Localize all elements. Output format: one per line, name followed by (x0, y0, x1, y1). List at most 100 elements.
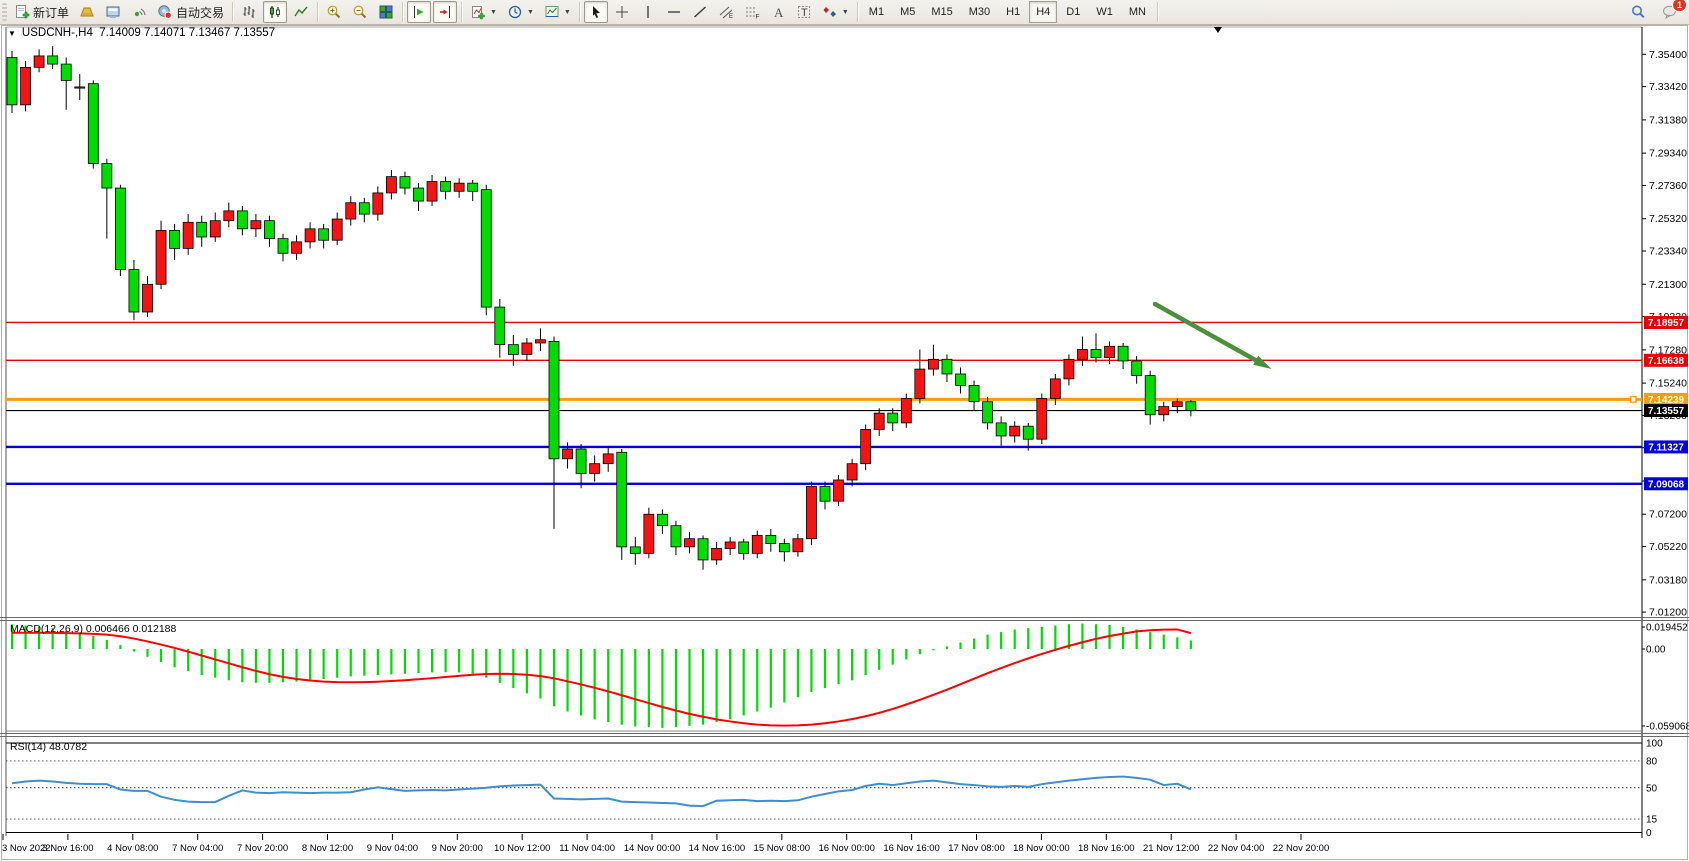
toolbar-separator (402, 2, 403, 22)
tf-d1-label: D1 (1066, 6, 1080, 18)
svg-text:7.05220: 7.05220 (1649, 541, 1687, 553)
svg-text:9 Nov 04:00: 9 Nov 04:00 (367, 843, 418, 854)
svg-text:22 Nov 04:00: 22 Nov 04:00 (1208, 843, 1265, 854)
toolbar-separator (579, 2, 580, 22)
zoom-out-button[interactable] (348, 1, 372, 23)
vertical-line-button[interactable] (636, 1, 660, 23)
auto-scroll-button[interactable] (407, 1, 431, 23)
tf-m30[interactable]: M30 (962, 1, 997, 23)
zoom-in-button[interactable] (322, 1, 346, 23)
tf-m5[interactable]: M5 (893, 1, 922, 23)
svg-text:-0.059068: -0.059068 (1646, 721, 1689, 732)
toolbar-separator (857, 2, 858, 22)
tile-windows-button[interactable] (374, 1, 398, 23)
periods-button[interactable]: ▼ (503, 1, 538, 23)
dropdown-caret-icon[interactable]: ▼ (490, 9, 497, 16)
tf-d1[interactable]: D1 (1059, 1, 1087, 23)
toolbar-group-insert: ▼ ▼ ▼ (465, 0, 576, 24)
search-button[interactable] (1626, 1, 1650, 23)
zoom-out-icon (352, 4, 368, 20)
chart-shift-button[interactable] (433, 1, 457, 23)
arrows-button[interactable]: ▼ (818, 1, 853, 23)
label-icon: T (796, 4, 812, 20)
line-chart-button[interactable] (289, 1, 313, 23)
cursor-icon (588, 4, 604, 20)
tf-m30-label: M30 (969, 6, 990, 18)
toolbar: 新订单 自动交易 ▼ ▼ ▼ E FAT ▼ M1 M5 M15 M30 H1 H4 D1 W1 MN 1 (0, 0, 1689, 25)
tf-m15-label: M15 (931, 6, 952, 18)
bar-chart-button[interactable] (237, 1, 261, 23)
dropdown-caret-icon[interactable]: ▼ (842, 9, 849, 16)
svg-text:22 Nov 20:00: 22 Nov 20:00 (1273, 843, 1330, 854)
notifications-button[interactable]: 1 (1658, 1, 1682, 23)
fibonacci-button[interactable]: F (740, 1, 764, 23)
data-window-button[interactable] (101, 1, 125, 23)
hline-handle[interactable] (1631, 397, 1637, 403)
tf-w1[interactable]: W1 (1089, 1, 1120, 23)
svg-text:9 Nov 20:00: 9 Nov 20:00 (432, 843, 483, 854)
channel-button[interactable]: E (714, 1, 738, 23)
market-watch-icon (79, 4, 95, 20)
svg-text:3 Nov 16:00: 3 Nov 16:00 (42, 843, 93, 854)
bar-chart-icon (241, 4, 257, 20)
svg-text:10 Nov 12:00: 10 Nov 12:00 (494, 843, 551, 854)
tf-h1[interactable]: H1 (999, 1, 1027, 23)
svg-text:16 Nov 16:00: 16 Nov 16:00 (883, 843, 940, 854)
tf-mn[interactable]: MN (1122, 1, 1153, 23)
toolbar-group-objects: E FAT ▼ (583, 0, 854, 24)
autotrading-button[interactable]: 自动交易 (153, 1, 228, 23)
svg-text:4 Nov 08:00: 4 Nov 08:00 (107, 843, 158, 854)
toolbar-separator (317, 2, 318, 22)
toolbar-group-timeframes: M1 M5 M15 M30 H1 H4 D1 W1 MN (861, 0, 1154, 24)
toolbar-grip[interactable] (2, 3, 7, 21)
toolbar-separator (1157, 2, 1158, 22)
search-icon (1630, 4, 1646, 20)
arrows-icon (822, 4, 838, 20)
tf-m1-label: M1 (869, 6, 884, 18)
candlestick-chart-button[interactable] (263, 1, 287, 23)
svg-text:21 Nov 12:00: 21 Nov 12:00 (1143, 843, 1200, 854)
candlestick-chart-icon (267, 4, 283, 20)
svg-text:0.019452: 0.019452 (1646, 623, 1688, 634)
tf-mn-label: MN (1129, 6, 1146, 18)
crosshair-icon (614, 4, 630, 20)
svg-text:18 Nov 00:00: 18 Nov 00:00 (1013, 843, 1070, 854)
svg-text:7.29340: 7.29340 (1649, 148, 1687, 160)
dropdown-caret-icon[interactable]: ▼ (527, 9, 534, 16)
market-watch-button[interactable] (75, 1, 99, 23)
toolbar-group-trade: 新订单 自动交易 (9, 0, 229, 24)
indicators-button[interactable]: ▼ (466, 1, 501, 23)
label-button[interactable]: T (792, 1, 816, 23)
new-order-button[interactable]: 新订单 (10, 1, 73, 23)
svg-text:7 Nov 04:00: 7 Nov 04:00 (172, 843, 223, 854)
tf-h4[interactable]: H4 (1029, 1, 1057, 23)
templates-button[interactable]: ▼ (540, 1, 575, 23)
tf-m15[interactable]: M15 (924, 1, 959, 23)
dropdown-caret-icon[interactable]: ▼ (564, 9, 571, 16)
autotrading-icon (157, 4, 173, 20)
svg-text:F: F (755, 14, 759, 21)
signals-button[interactable] (127, 1, 151, 23)
svg-text:7.35400: 7.35400 (1649, 49, 1687, 61)
chart-collapse-icon[interactable]: ▼ (8, 29, 16, 38)
svg-text:15 Nov 08:00: 15 Nov 08:00 (754, 843, 811, 854)
new-order-button-label: 新订单 (33, 4, 69, 21)
horizontal-line-button[interactable] (662, 1, 686, 23)
chart-title-text: USDCNH-,H4 7.14009 7.14071 7.13467 7.135… (22, 27, 275, 39)
svg-text:7.21300: 7.21300 (1649, 279, 1687, 291)
cursor-button[interactable] (584, 1, 608, 23)
tf-m1[interactable]: M1 (862, 1, 891, 23)
svg-text:0.00: 0.00 (1646, 645, 1666, 656)
svg-text:8 Nov 12:00: 8 Nov 12:00 (302, 843, 353, 854)
svg-text:17 Nov 08:00: 17 Nov 08:00 (948, 843, 1005, 854)
toolbar-separator (461, 2, 462, 22)
text-button[interactable]: A (766, 1, 790, 23)
svg-text:7.03180: 7.03180 (1649, 574, 1687, 586)
trendline-button[interactable] (688, 1, 712, 23)
line-chart-icon (293, 4, 309, 20)
chart-area[interactable]: 7.354007.334207.313807.293407.273607.253… (0, 24, 1689, 861)
tf-h4-label: H4 (1036, 6, 1050, 18)
crosshair-button[interactable] (610, 1, 634, 23)
svg-text:7.33420: 7.33420 (1649, 81, 1687, 93)
channel-icon: E (718, 4, 734, 20)
